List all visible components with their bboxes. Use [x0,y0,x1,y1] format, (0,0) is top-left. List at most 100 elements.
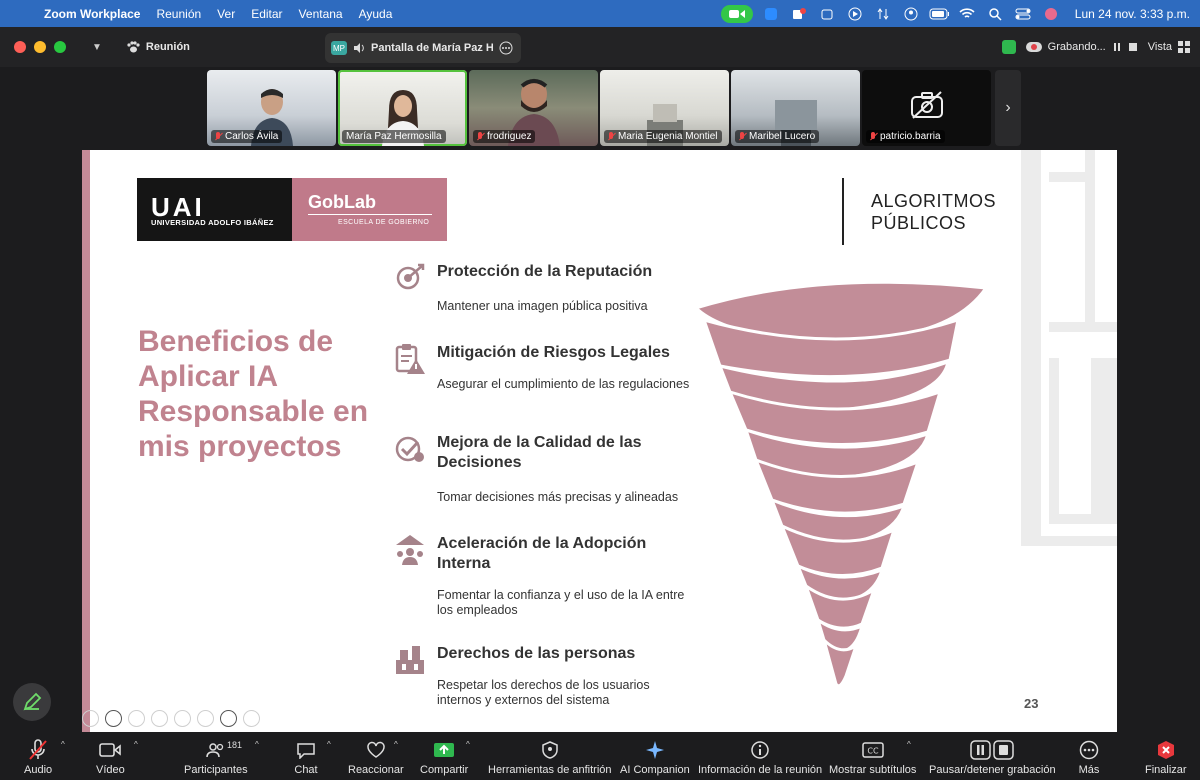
captions-label: Mostrar subtítulos [829,764,917,776]
camera-off-icon [910,91,943,119]
pointer-icon[interactable] [105,710,122,727]
video-button[interactable]: Vídeo [96,736,125,776]
stop-recording-icon[interactable] [1128,42,1138,52]
sparkle-icon [645,741,664,759]
slide-annotation-controls [82,710,260,727]
muted-mic-icon [739,132,746,141]
recording-label: Grabando... [1047,41,1106,53]
share-tab-label: Pantalla de María Paz Her [371,42,493,54]
macos-menu-bar: Zoom Workplace Reunión Ver Editar Ventan… [0,0,1200,27]
audio-button[interactable]: Audio [24,736,52,776]
captions-options-chevron-icon[interactable]: ^ [907,740,911,749]
participants-icon [206,743,223,758]
menu-editar[interactable]: Editar [243,7,290,21]
chat-label: Chat [294,764,318,776]
camera-status-icon[interactable] [720,4,753,23]
react-options-chevron-icon[interactable]: ^ [394,740,398,749]
view-label: Vista [1147,41,1172,53]
encryption-shield-icon[interactable] [1001,40,1016,54]
window-controls [0,41,66,53]
meeting-info-label: Información de la reunión [698,764,823,776]
prev-slide-icon[interactable] [82,710,99,727]
pause-recording-label: Pausar/detener grabación [929,764,1056,776]
zoom-tray-icon[interactable] [761,6,781,22]
extension-tray-icon[interactable] [817,6,837,22]
more-icon[interactable] [243,710,260,727]
participant-count: 181 [227,740,243,750]
teams-tray-icon[interactable] [789,6,809,22]
share-avatar: MP [331,41,347,55]
play-tray-icon[interactable] [845,6,865,22]
participant-tile[interactable]: María Paz Hermosilla [338,70,467,146]
battery-icon[interactable] [929,6,949,22]
participant-tile[interactable]: Carlos Ávila [207,70,336,146]
participant-name-tag: Maribel Lucero [735,130,820,143]
menu-ventana[interactable]: Ventana [291,7,351,21]
wifi-icon[interactable] [957,6,977,22]
more-button[interactable]: Más [1076,736,1102,776]
audio-options-chevron-icon[interactable]: ^ [61,740,65,749]
shared-slide: UAI UNIVERSIDAD ADOLFO IBÁÑEZ GobLab ESC… [82,150,1117,732]
svg-text:CC: CC [867,747,879,756]
transfer-tray-icon[interactable] [873,6,893,22]
search-icon[interactable] [985,6,1005,22]
share-options-chevron-icon[interactable]: ^ [466,740,470,749]
participant-name-tag: María Paz Hermosilla [342,130,446,143]
captions-button[interactable]: CC Mostrar subtítulos [829,736,916,776]
user-tray-icon[interactable] [901,6,921,22]
chat-icon [297,743,315,759]
pen-icon[interactable] [128,710,145,727]
participant-name-tag: frodriguez [473,130,536,143]
copy-icon[interactable] [151,710,168,727]
view-button[interactable]: Vista [1148,41,1190,53]
video-icon[interactable] [220,710,237,727]
participants-options-chevron-icon[interactable]: ^ [255,740,259,749]
end-x-icon [1157,741,1174,759]
paw-icon [127,41,140,53]
menu-ver[interactable]: Ver [209,7,243,21]
next-participants-button[interactable]: › [995,70,1021,146]
app-menu-zoom[interactable]: Zoom Workplace [44,7,148,21]
annotate-button[interactable] [13,683,51,721]
chevron-down-icon[interactable]: ▼ [92,42,102,53]
meeting-info-button[interactable]: Información de la reunión [698,736,822,776]
close-window-button[interactable] [14,41,26,53]
screen-share-tab[interactable]: MP Pantalla de María Paz Her [325,33,521,63]
recording-indicator[interactable]: Grabando... [1025,41,1138,53]
video-camera-icon [99,743,122,757]
share-screen-button[interactable]: Compartir [420,736,468,776]
goblab-logo: GobLab ESCUELA DE GOBIERNO [292,178,447,241]
video-options-chevron-icon[interactable]: ^ [134,740,138,749]
zoom-window-button[interactable] [54,41,66,53]
participant-tile[interactable]: Maribel Lucero [731,70,860,146]
share-label: Compartir [420,764,469,776]
target-icon [396,263,425,290]
pause-recording-icon[interactable] [1112,42,1122,52]
chat-button[interactable]: Chat [293,736,319,776]
muted-mic-icon [870,132,877,141]
zoom-icon[interactable] [174,710,191,727]
more-options-icon[interactable] [499,41,513,55]
zoom-window: Zoom Workplace Reunión Ver Editar Ventan… [0,0,1200,780]
muted-mic-icon [608,132,615,141]
host-tools-button[interactable]: Herramientas de anfitrión [488,736,612,776]
muted-mic-icon [215,132,222,141]
minimize-window-button[interactable] [34,41,46,53]
screen-icon[interactable] [197,710,214,727]
logo-divider [842,178,844,245]
end-meeting-button[interactable]: Finalizar [1145,736,1187,776]
participant-tile[interactable]: Maria Eugenia Montiel [600,70,729,146]
chat-options-chevron-icon[interactable]: ^ [327,740,331,749]
control-center-icon[interactable] [1013,6,1033,22]
participant-tile[interactable]: frodriguez [469,70,598,146]
menu-reunion[interactable]: Reunión [148,7,209,21]
pause-stop-recording-button[interactable]: Pausar/detener grabación [929,736,1056,776]
menu-ayuda[interactable]: Ayuda [351,7,401,21]
siri-icon[interactable] [1041,6,1061,22]
menubar-clock[interactable]: Lun 24 nov. 3:33 p.m. [1069,7,1190,21]
zoom-title-bar: ▼ Reunión MP Pantalla de María Paz Her G… [0,27,1200,67]
meeting-tab[interactable]: Reunión [126,41,190,53]
ai-companion-button[interactable]: AI Companion [620,736,690,776]
pause-stop-icon [970,740,1015,760]
participant-tile[interactable]: patricio.barria [862,70,991,146]
